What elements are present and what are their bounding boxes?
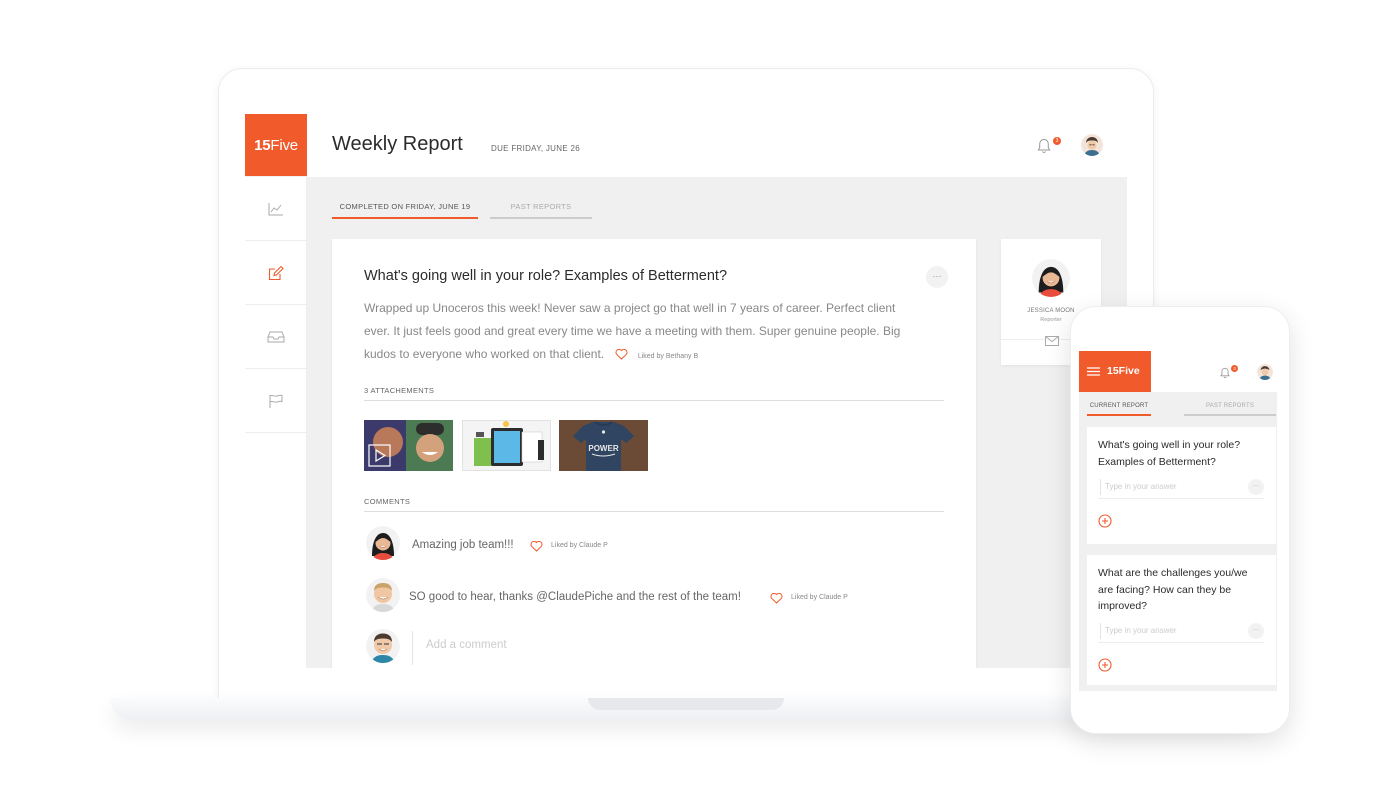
comment-1-text: Amazing job team!!! bbox=[412, 539, 514, 551]
sidebar bbox=[245, 177, 307, 668]
comment-1-liked-by: Liked by Claude P bbox=[551, 542, 608, 549]
sidebar-item-objectives[interactable] bbox=[245, 369, 306, 433]
devices-thumbnail-image bbox=[462, 420, 551, 471]
heart-icon[interactable] bbox=[615, 349, 628, 361]
hamburger-menu-icon[interactable] bbox=[1087, 367, 1100, 376]
attachment-devices-thumbnail[interactable] bbox=[462, 420, 551, 471]
tab-past-reports[interactable]: PAST REPORTS bbox=[490, 202, 592, 219]
add-comment-input[interactable]: Add a comment bbox=[426, 639, 507, 651]
mail-icon[interactable] bbox=[1045, 336, 1059, 346]
app-logo[interactable]: 15 Five bbox=[245, 114, 307, 176]
sidebar-item-reports[interactable] bbox=[245, 241, 306, 305]
avatar-woman-image bbox=[366, 526, 400, 560]
bell-icon[interactable] bbox=[1037, 138, 1051, 154]
current-user-avatar bbox=[366, 629, 400, 663]
comment-avatar-man bbox=[366, 578, 400, 612]
comments-label: COMMENTS bbox=[364, 497, 411, 506]
comment-2-liked-by: Liked by Claude P bbox=[791, 594, 848, 601]
comments-divider bbox=[364, 511, 944, 512]
phone-frame: 15Five 3 CURRENT REPORT PAST REPORTS Wha… bbox=[1070, 306, 1290, 734]
mobile-top-bar: 15Five 3 bbox=[1079, 351, 1277, 392]
answer-body: Wrapped up Unoceros this week! Never saw… bbox=[364, 301, 901, 361]
mobile-more-button-2[interactable]: ··· bbox=[1248, 623, 1264, 639]
chart-icon bbox=[268, 202, 283, 215]
mobile-logo-text: 15Five bbox=[1107, 365, 1140, 377]
question-title: What's going well in your role? Examples… bbox=[364, 268, 728, 284]
avatar-current-user-image bbox=[366, 629, 400, 663]
comment-2-heart-icon[interactable] bbox=[770, 593, 783, 604]
due-date: DUE FRIDAY, JUNE 26 bbox=[491, 144, 580, 153]
mobile-question-1-text: What's going well in your role? Examples… bbox=[1098, 439, 1241, 468]
logo-light-text: Five bbox=[270, 136, 298, 154]
mobile-input-2-divider bbox=[1100, 623, 1101, 639]
mobile-input-1-underline bbox=[1098, 498, 1264, 499]
avatar-man-image bbox=[366, 578, 400, 612]
question-card: What's going well in your role? Examples… bbox=[332, 239, 976, 668]
add-circle-icon[interactable] bbox=[1098, 658, 1112, 672]
mobile-tab-past-reports[interactable]: PAST REPORTS bbox=[1184, 403, 1276, 416]
more-options-button[interactable]: ··· bbox=[926, 266, 948, 288]
logo-bold-text: 15 bbox=[254, 136, 271, 154]
flag-icon bbox=[269, 394, 282, 408]
mobile-app-screen: 15Five 3 CURRENT REPORT PAST REPORTS Wha… bbox=[1079, 351, 1277, 691]
mobile-question-card-2: What are the challenges you/we are facin… bbox=[1087, 555, 1276, 685]
user-avatar[interactable] bbox=[1081, 134, 1103, 156]
answer-text: Wrapped up Unoceros this week! Never saw… bbox=[364, 297, 924, 368]
mobile-notification-badge: 3 bbox=[1231, 365, 1238, 372]
mobile-bell-icon[interactable] bbox=[1220, 367, 1230, 379]
reporter-avatar[interactable] bbox=[1032, 259, 1070, 297]
attachments-divider bbox=[364, 400, 944, 401]
top-bar: Weekly Report DUE FRIDAY, JUNE 26 3 bbox=[307, 114, 1127, 177]
video-thumbnail-image bbox=[364, 420, 453, 471]
mobile-tab-current-report[interactable]: CURRENT REPORT bbox=[1087, 403, 1151, 416]
comment-2-text: SO good to hear, thanks @ClaudePiche and… bbox=[409, 591, 741, 603]
mobile-input-1-divider bbox=[1100, 479, 1101, 495]
mobile-more-button-1[interactable]: ··· bbox=[1248, 479, 1264, 495]
attachment-tshirt-thumbnail[interactable]: POWER bbox=[559, 420, 648, 471]
tab-completed[interactable]: COMPLETED ON FRIDAY, JUNE 19 bbox=[332, 202, 478, 219]
comment-1-heart-icon[interactable] bbox=[530, 541, 543, 552]
attachments-label: 3 ATTACHEMENTS bbox=[364, 386, 435, 395]
stage: 15 Five Weekly Report DUE FRIDAY, JUNE 26… bbox=[0, 0, 1400, 806]
comment-avatar-woman bbox=[366, 526, 400, 560]
mobile-user-avatar[interactable] bbox=[1257, 364, 1273, 380]
tshirt-text: POWER bbox=[588, 444, 618, 453]
add-circle-icon[interactable] bbox=[1098, 514, 1112, 528]
mobile-input-2-underline bbox=[1098, 642, 1264, 643]
laptop-notch bbox=[588, 698, 784, 710]
avatar-reporter-image bbox=[1032, 259, 1070, 297]
sidebar-item-inbox[interactable] bbox=[245, 305, 306, 369]
page-title: Weekly Report bbox=[332, 133, 463, 155]
attachment-video-thumbnail[interactable] bbox=[364, 420, 453, 471]
mobile-question-2-text: What are the challenges you/we are facin… bbox=[1098, 567, 1248, 612]
edit-icon bbox=[268, 265, 284, 280]
liked-by-text: Liked by Bethany B bbox=[637, 353, 699, 360]
mobile-app-logo[interactable]: 15Five bbox=[1079, 351, 1151, 392]
inbox-icon bbox=[267, 331, 284, 342]
notification-badge: 3 bbox=[1053, 137, 1061, 145]
tshirt-thumbnail-image: POWER bbox=[559, 420, 648, 471]
desktop-app-screen: 15 Five Weekly Report DUE FRIDAY, JUNE 26… bbox=[245, 114, 1127, 668]
comment-input-divider bbox=[412, 631, 413, 665]
mobile-answer-input-2[interactable]: Type in your answer bbox=[1105, 626, 1260, 635]
mobile-answer-input-1[interactable]: Type in your answer bbox=[1105, 482, 1260, 491]
mobile-question-card-1: What's going well in your role? Examples… bbox=[1087, 427, 1276, 544]
sidebar-item-dashboard[interactable] bbox=[245, 177, 306, 241]
